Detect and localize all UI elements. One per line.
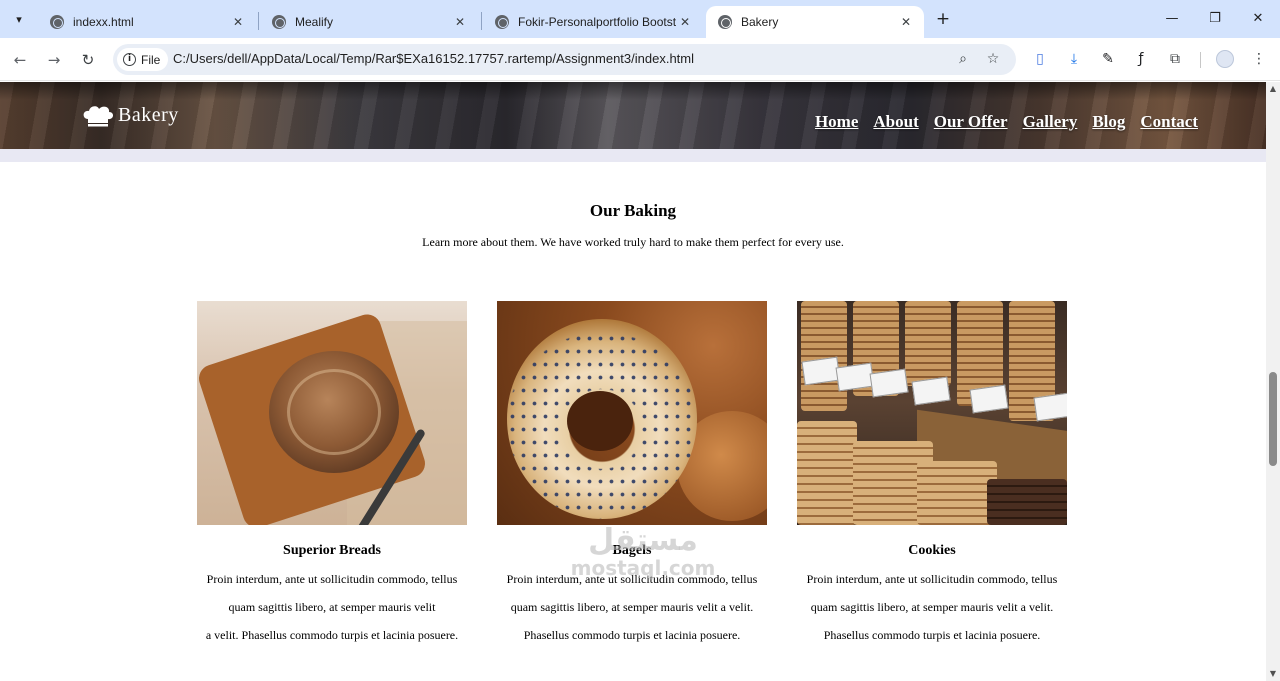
close-tab-icon[interactable]: ✕: [452, 15, 468, 29]
logo-text: Bakery: [118, 104, 179, 126]
tab-title: Mealify: [295, 15, 334, 29]
card-line: Proin interdum, ante ut sollicitudin com…: [806, 572, 1058, 586]
tab-title: Fokir-Personalportfolio Bootst: [518, 15, 677, 29]
card-line: Proin interdum, ante ut sollicitudin com…: [506, 572, 758, 586]
card-line: quam sagittis libero, at semper mauris v…: [228, 600, 436, 614]
close-tab-icon[interactable]: ✕: [677, 15, 693, 29]
scroll-up-icon[interactable]: ▲: [1266, 82, 1280, 96]
globe-icon: [495, 15, 509, 29]
product-card-breads: Superior Breads Proin interdum, ante ut …: [197, 301, 467, 649]
card-line: Proin interdum, ante ut sollicitudin com…: [206, 572, 458, 586]
minimize-icon[interactable]: —: [1152, 8, 1192, 30]
menu-kebab-icon[interactable]: ⋮: [1249, 49, 1269, 69]
url-text[interactable]: C:/Users/dell/AppData/Local/Temp/Rar$EXa…: [173, 51, 694, 66]
font-extension-icon[interactable]: ƒ: [1131, 49, 1151, 69]
page-viewport: Bakery Home About Our Offer Gallery Blog…: [0, 82, 1266, 681]
restore-icon[interactable]: ❐: [1195, 8, 1235, 30]
card-line: quam sagittis libero, at semper mauris v…: [510, 600, 754, 614]
nav-gallery[interactable]: Gallery: [1023, 112, 1078, 132]
forward-arrow-icon[interactable]: →: [42, 48, 66, 72]
scroll-down-icon[interactable]: ▼: [1266, 667, 1280, 681]
card-title: Superior Breads: [283, 543, 381, 558]
card-line: a velit. Phasellus commodo turpis et lac…: [205, 628, 459, 642]
back-arrow-icon[interactable]: ←: [8, 48, 32, 72]
tab-bakery[interactable]: Bakery ✕: [706, 6, 924, 38]
nav-our-offer[interactable]: Our Offer: [934, 112, 1008, 132]
header-divider: [0, 149, 1266, 162]
new-tab-plus-icon[interactable]: +: [932, 8, 954, 30]
bagel-image: [497, 301, 767, 525]
browser-toolbar: ← → ↻ i File C:/Users/dell/AppData/Local…: [0, 38, 1280, 81]
section-title: Our Baking: [589, 201, 677, 220]
site-info-chip[interactable]: i File: [117, 48, 169, 71]
tab-search-chevron-icon[interactable]: ▾: [6, 7, 32, 31]
site-logo[interactable]: Bakery: [82, 104, 179, 127]
profile-avatar[interactable]: [1216, 50, 1234, 68]
chef-hat-icon: [83, 105, 114, 126]
cookies-image: [797, 301, 1067, 525]
main-nav: Home About Our Offer Gallery Blog Contac…: [815, 112, 1198, 132]
card-line: Phasellus commodo turpis et lacinia posu…: [823, 628, 1041, 642]
card-description: Proin interdum, ante ut sollicitudin com…: [797, 565, 1067, 649]
card-title: Bagels: [612, 543, 652, 558]
tab-title: indexx.html: [73, 15, 134, 29]
card-line: quam sagittis libero, at semper mauris v…: [810, 600, 1054, 614]
zoom-icon[interactable]: ⌕: [953, 49, 973, 69]
card-description: Proin interdum, ante ut sollicitudin com…: [497, 565, 767, 649]
nav-contact[interactable]: Contact: [1140, 112, 1198, 132]
globe-icon: [50, 15, 64, 29]
tab-fokir[interactable]: Fokir-Personalportfolio Bootst ✕: [483, 6, 703, 38]
address-bar[interactable]: i File C:/Users/dell/AppData/Local/Temp/…: [113, 44, 1016, 75]
tab-title: Bakery: [741, 15, 779, 29]
header-banner: Bakery Home About Our Offer Gallery Blog…: [0, 82, 1266, 149]
product-card-cookies: Cookies Proin interdum, ante ut sollicit…: [797, 301, 1067, 649]
extensions-puzzle-icon[interactable]: ⧉: [1165, 49, 1185, 69]
card-title: Cookies: [908, 543, 956, 558]
card-line: Phasellus commodo turpis et lacinia posu…: [523, 628, 741, 642]
close-window-icon[interactable]: ✕: [1238, 8, 1278, 30]
section-subtitle: Learn more about them. We have worked tr…: [422, 235, 844, 249]
tab-separator: [481, 12, 482, 30]
eyedropper-icon[interactable]: ✎: [1098, 49, 1118, 69]
bookmark-star-icon[interactable]: ☆: [983, 49, 1003, 69]
extension-docs-icon[interactable]: ▯: [1030, 49, 1050, 69]
info-icon: i: [123, 53, 136, 66]
reload-icon[interactable]: ↻: [76, 48, 100, 72]
close-tab-icon[interactable]: ✕: [230, 15, 246, 29]
tab-separator: [258, 12, 259, 30]
nav-home[interactable]: Home: [815, 112, 858, 132]
download-icon[interactable]: ⤓: [1064, 49, 1084, 69]
product-card-bagels: Bagels Proin interdum, ante ut sollicitu…: [497, 301, 767, 649]
chip-label: File: [141, 52, 161, 67]
scrollbar-thumb[interactable]: [1269, 372, 1277, 466]
close-tab-icon[interactable]: ✕: [898, 15, 914, 29]
nav-blog[interactable]: Blog: [1092, 112, 1125, 132]
toolbar-separator: [1200, 52, 1201, 68]
globe-icon: [718, 15, 732, 29]
tab-indexx[interactable]: indexx.html ✕: [38, 6, 256, 38]
page-scrollbar[interactable]: ▲ ▼: [1266, 82, 1280, 681]
bread-image: [197, 301, 467, 525]
nav-about[interactable]: About: [873, 112, 918, 132]
card-description: Proin interdum, ante ut sollicitudin com…: [197, 565, 467, 649]
globe-icon: [272, 15, 286, 29]
tab-strip: ▾ indexx.html ✕ Mealify ✕ Fokir-Personal…: [0, 0, 1280, 38]
tab-mealify[interactable]: Mealify ✕: [260, 6, 478, 38]
